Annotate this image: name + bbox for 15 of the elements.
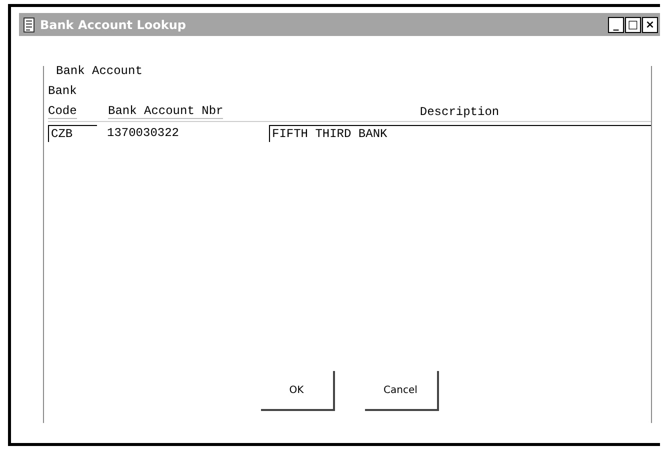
window-icon [23, 16, 35, 32]
column-header: Description [420, 105, 500, 119]
column-header: Bank Account Nbr [108, 104, 224, 119]
close-button[interactable]: × [642, 16, 658, 32]
cancel-button[interactable]: Cancel [364, 371, 438, 411]
column-header: Bank [48, 84, 77, 98]
column-header: Code [48, 104, 77, 119]
ok-button[interactable]: OK [260, 371, 334, 411]
group-label: Bank Account [56, 64, 142, 78]
minimize-button[interactable]: _ [608, 16, 624, 32]
table-cell: FIFTH THIRD BANK [269, 125, 651, 142]
table-cell-text: 1370030322 [106, 125, 180, 142]
maximize-button[interactable]: □ [625, 16, 641, 32]
window-title: Bank Account Lookup [40, 18, 186, 32]
table-cell[interactable]: CZB [48, 125, 97, 142]
